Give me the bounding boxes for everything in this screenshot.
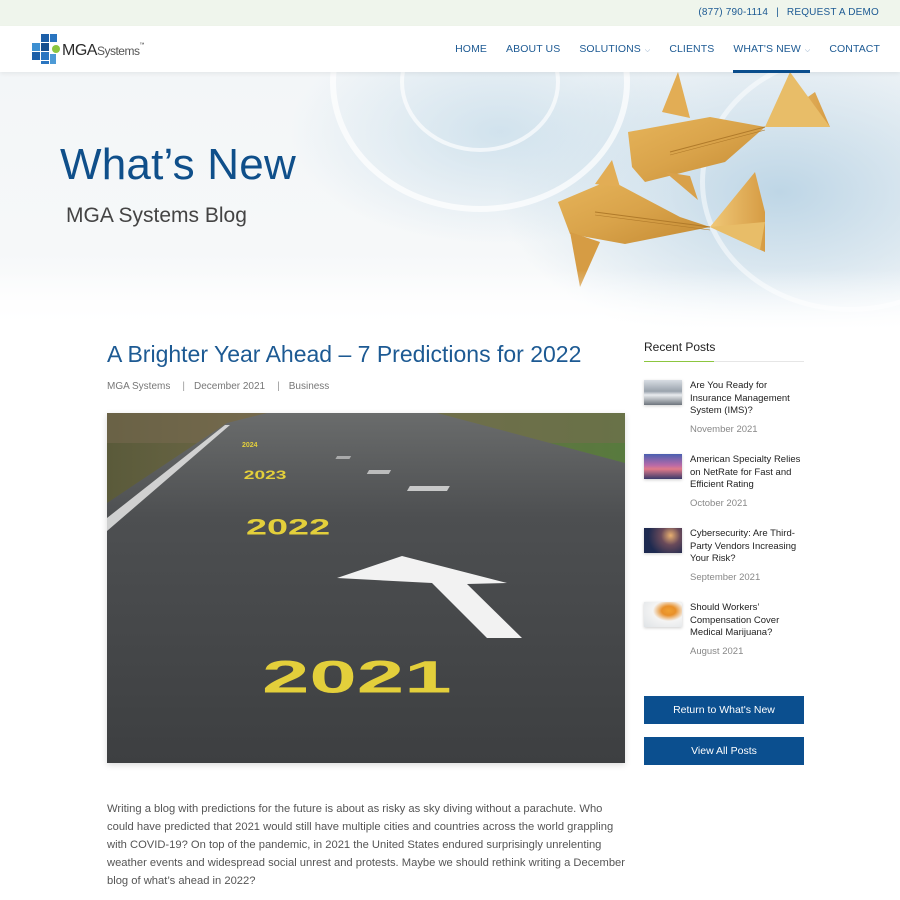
chevron-down-icon: ⌵	[804, 47, 811, 54]
nav-item-home[interactable]: HOME	[455, 26, 487, 72]
meta-separator: |	[277, 381, 280, 392]
nav-item-clients[interactable]: CLIENTS	[669, 26, 714, 72]
post-meta: MGA Systems | December 2021 | Business	[107, 381, 329, 392]
return-to-whats-new-button[interactable]: Return to What's New	[644, 696, 804, 724]
road-year-2021: 2021	[262, 652, 452, 702]
recent-post-title[interactable]: Cybersecurity: Are Third-Party Vendors I…	[690, 528, 806, 566]
logo-green-dot	[52, 45, 60, 53]
view-all-posts-button[interactable]: View All Posts	[644, 737, 804, 765]
recent-post-item[interactable]: Should Workers’ Compensation Cover Medic…	[644, 602, 804, 676]
phone-link[interactable]: (877) 790-1114	[698, 7, 768, 18]
nav-menu: HOME ABOUT US SOLUTIONS ⌵ CLIENTS WHAT'S …	[436, 26, 880, 73]
sidebar-recent-posts: Recent Posts Are You Ready for Insurance…	[644, 340, 804, 676]
mga-systems-logo[interactable]: MGASystems™	[32, 34, 152, 64]
road-year-2024: 2024	[242, 442, 258, 449]
utility-bar: (877) 790-1114 | REQUEST A DEMO	[0, 0, 900, 26]
meta-separator: |	[182, 381, 185, 392]
hero-subtitle: MGA Systems Blog	[66, 204, 247, 227]
request-demo-link[interactable]: REQUEST A DEMO	[787, 7, 879, 18]
post-title: A Brighter Year Ahead – 7 Predictions fo…	[107, 341, 582, 367]
hero-fade	[0, 270, 900, 330]
recent-post-date: November 2021	[690, 424, 758, 435]
post-body: Writing a blog with predictions for the …	[107, 803, 626, 887]
chevron-down-icon: ⌵	[644, 47, 651, 54]
post-date: December 2021	[193, 381, 266, 392]
hero-banner: What’s New MGA Systems Blog	[0, 72, 900, 330]
post-author[interactable]: MGA Systems	[107, 381, 170, 392]
recent-post-thumbnail[interactable]	[644, 380, 682, 405]
recent-post-item[interactable]: Are You Ready for Insurance Management S…	[644, 380, 804, 454]
recent-post-date: September 2021	[690, 572, 761, 583]
recent-post-item[interactable]: American Specialty Relies on NetRate for…	[644, 454, 804, 528]
recent-post-item[interactable]: Cybersecurity: Are Third-Party Vendors I…	[644, 528, 804, 602]
recent-post-title[interactable]: American Specialty Relies on NetRate for…	[690, 454, 806, 492]
recent-posts-heading: Recent Posts	[644, 340, 716, 354]
recent-post-title[interactable]: Are You Ready for Insurance Management S…	[690, 380, 806, 418]
logo-text: MGASystems™	[62, 42, 144, 59]
hero-title: What’s New	[60, 140, 296, 189]
heading-divider	[644, 361, 804, 362]
origami-koi-image	[558, 72, 830, 287]
featured-image-road: 2024 2023 2022 2021	[107, 413, 625, 763]
road-year-2022: 2022	[246, 514, 330, 539]
recent-post-thumbnail[interactable]	[644, 602, 682, 627]
koi-fish-upper	[628, 72, 830, 200]
recent-post-date: August 2021	[690, 646, 744, 657]
nav-item-contact[interactable]: CONTACT	[829, 26, 880, 72]
main-navigation: MGASystems™ HOME ABOUT US SOLUTIONS ⌵ CLI…	[0, 26, 900, 73]
recent-post-thumbnail[interactable]	[644, 454, 682, 479]
recent-post-thumbnail[interactable]	[644, 528, 682, 553]
road-year-2023: 2023	[244, 469, 287, 482]
koi-fish-lower	[558, 160, 765, 287]
nav-item-solutions[interactable]: SOLUTIONS ⌵	[579, 26, 650, 72]
nav-item-whats-new[interactable]: WHAT'S NEW ⌵	[733, 26, 811, 73]
recent-post-date: October 2021	[690, 498, 748, 509]
nav-item-about-us[interactable]: ABOUT US	[506, 26, 560, 72]
recent-post-title[interactable]: Should Workers’ Compensation Cover Medic…	[690, 602, 806, 640]
utility-separator: |	[776, 7, 779, 18]
post-category[interactable]: Business	[289, 381, 330, 392]
utility-links: (877) 790-1114 | REQUEST A DEMO	[698, 7, 879, 18]
